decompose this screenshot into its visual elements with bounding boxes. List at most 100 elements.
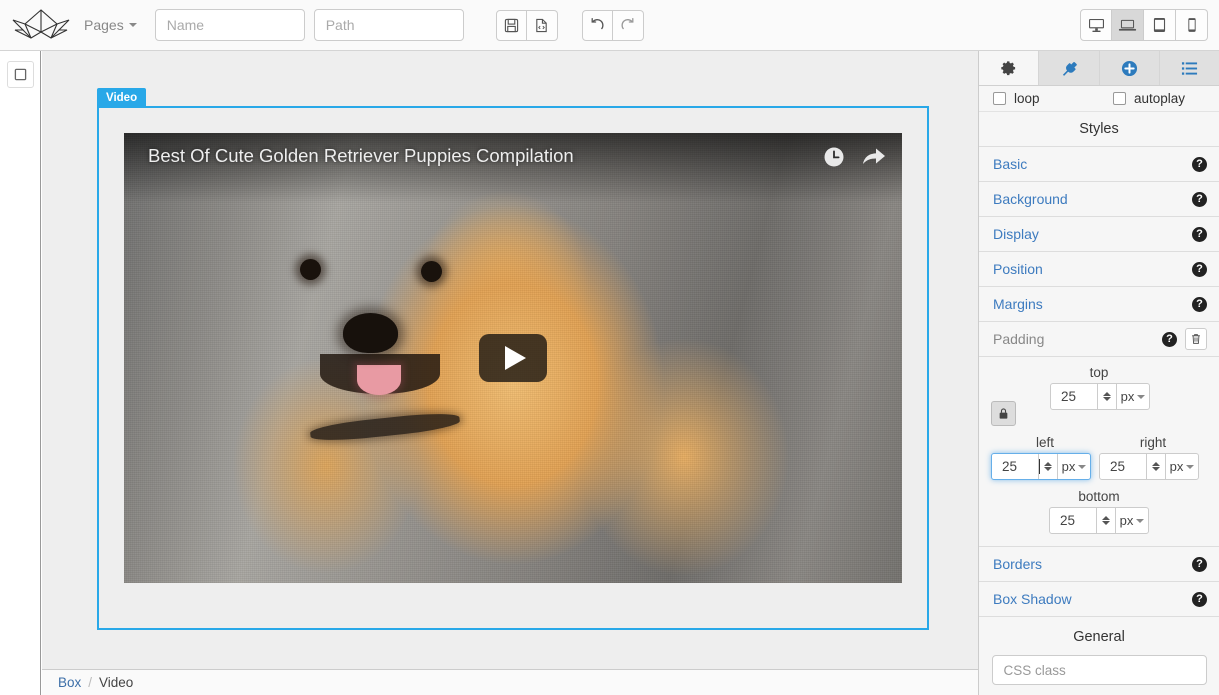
css-class-input[interactable] [991, 655, 1207, 685]
styles-heading: Styles [979, 112, 1219, 147]
video-options-row: loop autoplay [979, 86, 1219, 112]
padding-left-arrows[interactable] [1038, 454, 1057, 479]
style-section-padding[interactable]: Padding ? [979, 322, 1219, 357]
editor-canvas[interactable]: Video Best Of Cute Golden Retriever Pupp… [42, 51, 978, 669]
tab-traits[interactable] [1039, 51, 1100, 85]
padding-left-spinner[interactable]: 25 px [991, 453, 1091, 480]
checkbox-loop[interactable]: loop [979, 91, 1099, 106]
tab-add[interactable] [1100, 51, 1160, 85]
padding-right-arrows[interactable] [1146, 454, 1165, 479]
style-section-basic[interactable]: Basic ? [979, 147, 1219, 182]
style-section-margins[interactable]: Margins ? [979, 287, 1219, 322]
play-triangle-icon [504, 346, 526, 370]
clock-icon[interactable] [823, 146, 845, 171]
padding-right-value[interactable]: 25 [1100, 454, 1146, 479]
share-arrow-icon[interactable] [862, 146, 886, 171]
padding-bottom-arrows[interactable] [1096, 508, 1115, 533]
save-button[interactable] [495, 9, 527, 41]
question-mark-icon[interactable]: ? [1192, 296, 1207, 312]
pages-dropdown[interactable]: Pages [78, 13, 143, 37]
chevron-down-icon [1152, 467, 1160, 471]
device-selector [1080, 9, 1208, 41]
lock-icon[interactable] [991, 401, 1016, 426]
clear-padding-button[interactable] [1185, 328, 1207, 350]
chevron-up-icon [1103, 392, 1111, 396]
padding-right-unit-label: px [1169, 459, 1184, 474]
padding-top-spinner[interactable]: 25 px [1050, 383, 1150, 410]
style-section-margins-label: Margins [993, 296, 1043, 312]
padding-right-label: right [1139, 435, 1167, 450]
puppy-tongue [357, 365, 401, 395]
padding-bottom-value[interactable]: 25 [1050, 508, 1096, 533]
style-section-background[interactable]: Background ? [979, 182, 1219, 217]
padding-top-value[interactable]: 25 [1051, 384, 1097, 409]
padding-right-unit[interactable]: px [1165, 454, 1198, 479]
checkbox-loop-box[interactable] [993, 92, 1006, 105]
chevron-down-icon [1137, 394, 1146, 399]
padding-top-arrows[interactable] [1097, 384, 1116, 409]
style-section-display-label: Display [993, 226, 1039, 242]
style-section-borders[interactable]: Borders ? [979, 547, 1219, 582]
question-mark-icon[interactable]: ? [1192, 556, 1207, 572]
style-section-display[interactable]: Display ? [979, 217, 1219, 252]
padding-left-unit[interactable]: px [1057, 454, 1090, 479]
checkbox-autoplay[interactable]: autoplay [1099, 91, 1219, 106]
app-logo [10, 5, 72, 45]
top-toolbar: Pages [0, 0, 1219, 51]
page-name-input[interactable] [154, 9, 305, 41]
chevron-down-icon [1102, 521, 1110, 525]
chevron-down-icon [1044, 467, 1052, 471]
padding-bottom-unit-label: px [1119, 513, 1134, 528]
padding-editor: top 25 px left 25 px right 25 px bottom … [979, 357, 1219, 547]
player-actions [823, 146, 886, 171]
question-mark-icon[interactable]: ? [1162, 331, 1177, 347]
selected-video-component[interactable]: Video Best Of Cute Golden Retriever Pupp… [97, 88, 929, 630]
style-section-borders-label: Borders [993, 556, 1043, 572]
chevron-down-icon [1136, 518, 1145, 523]
padding-right-spinner[interactable]: 25 px [1099, 453, 1199, 480]
breadcrumb-item-video[interactable]: Video [99, 675, 133, 690]
tab-settings[interactable] [979, 51, 1040, 85]
chevron-up-icon [1152, 462, 1160, 466]
play-button[interactable] [479, 334, 547, 382]
question-mark-icon[interactable]: ? [1192, 191, 1207, 207]
chevron-down-icon [1186, 464, 1195, 469]
breadcrumb: Box / Video [42, 669, 978, 695]
device-laptop[interactable] [1112, 9, 1144, 41]
padding-bottom-label: bottom [1078, 489, 1120, 504]
panel-tab-bar [979, 51, 1219, 86]
export-code-button[interactable] [526, 9, 558, 41]
question-mark-icon[interactable]: ? [1192, 591, 1207, 607]
undo-button[interactable] [581, 9, 613, 41]
padding-bottom-unit[interactable]: px [1115, 508, 1148, 533]
video-player[interactable]: Best Of Cute Golden Retriever Puppies Co… [124, 133, 902, 583]
device-desktop[interactable] [1080, 9, 1112, 41]
padding-top-label: top [1089, 365, 1109, 380]
style-section-position[interactable]: Position ? [979, 252, 1219, 287]
padding-bottom-spinner[interactable]: 25 px [1049, 507, 1149, 534]
chevron-up-icon [1044, 462, 1052, 466]
chevron-down-icon [128, 23, 137, 27]
redo-button[interactable] [612, 9, 644, 41]
player-top-gradient [124, 133, 902, 203]
page-path-input[interactable] [313, 9, 464, 41]
padding-top-unit[interactable]: px [1116, 384, 1149, 409]
checkbox-autoplay-label: autoplay [1134, 91, 1186, 106]
left-sidebar [0, 51, 41, 695]
style-section-position-label: Position [993, 261, 1043, 277]
padding-left-value[interactable]: 25 [992, 454, 1040, 479]
blocks-button[interactable] [6, 61, 34, 88]
padding-left-unit-label: px [1061, 459, 1076, 474]
device-mobile[interactable] [1176, 9, 1208, 41]
pages-dropdown-label: Pages [84, 17, 124, 33]
style-section-boxshadow[interactable]: Box Shadow ? [979, 582, 1219, 617]
device-tablet[interactable] [1144, 9, 1176, 41]
chevron-up-icon [1102, 516, 1110, 520]
breadcrumb-item-box[interactable]: Box [58, 675, 81, 690]
tab-layers[interactable] [1160, 51, 1219, 85]
chevron-down-icon [1103, 397, 1111, 401]
question-mark-icon[interactable]: ? [1192, 226, 1207, 242]
question-mark-icon[interactable]: ? [1192, 156, 1207, 172]
checkbox-autoplay-box[interactable] [1113, 92, 1126, 105]
question-mark-icon[interactable]: ? [1192, 261, 1207, 277]
